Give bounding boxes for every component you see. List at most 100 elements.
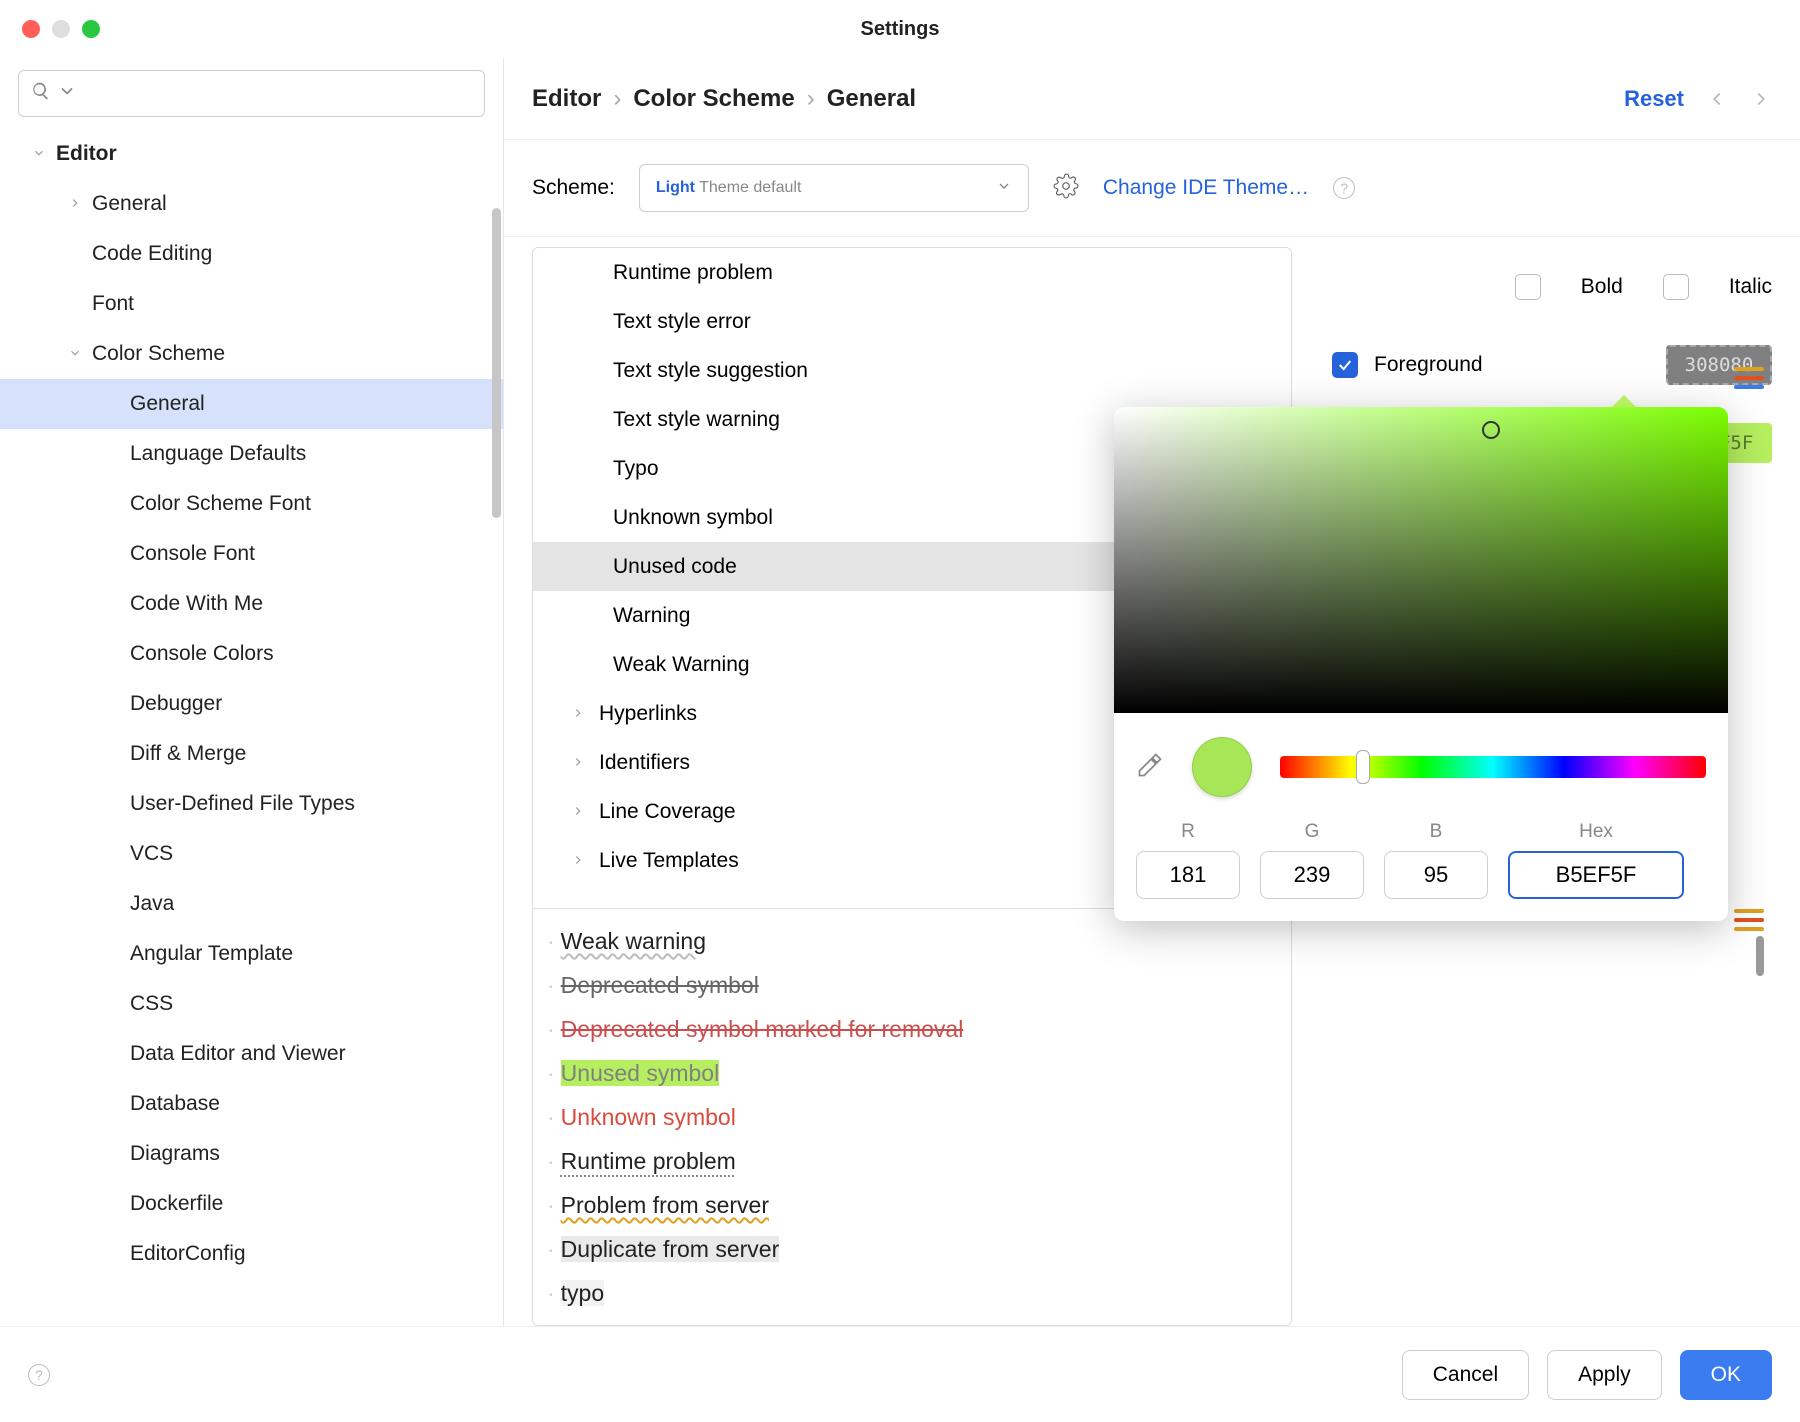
gutter-marks [1734, 367, 1764, 981]
sidebar-item-label: Angular Template [130, 942, 293, 966]
ok-button[interactable]: OK [1680, 1350, 1772, 1400]
eyedropper-icon[interactable] [1136, 751, 1164, 784]
breadcrumb-item: General [827, 85, 916, 113]
sidebar-item-label: Language Defaults [130, 442, 306, 466]
gear-icon[interactable] [1053, 173, 1079, 204]
sidebar-item[interactable]: Data Editor and Viewer [0, 1029, 503, 1079]
sidebar-item[interactable]: VCS [0, 829, 503, 879]
sidebar-item[interactable]: Language Defaults [0, 429, 503, 479]
sidebar-item[interactable]: CSS [0, 979, 503, 1029]
preview-line: ·Deprecated symbol marked for removal [547, 1007, 1277, 1051]
sidebar-item[interactable]: User-Defined File Types [0, 779, 503, 829]
chevron-right-icon [68, 196, 84, 212]
sidebar-item[interactable]: Database [0, 1079, 503, 1129]
sidebar-item[interactable]: Code With Me [0, 579, 503, 629]
apply-button[interactable]: Apply [1547, 1350, 1662, 1400]
minimize-icon[interactable] [52, 20, 70, 38]
sidebar-item[interactable]: Diagrams [0, 1129, 503, 1179]
change-ide-theme-link[interactable]: Change IDE Theme… [1103, 176, 1309, 200]
saturation-cursor[interactable] [1482, 421, 1500, 439]
breadcrumb-item[interactable]: Editor [532, 85, 601, 113]
close-icon[interactable] [22, 20, 40, 38]
scheme-label: Scheme: [532, 176, 615, 200]
scheme-name: Light Theme default [656, 179, 802, 197]
preview-line: ·Problem from server [547, 1183, 1277, 1227]
hue-thumb[interactable] [1356, 750, 1370, 784]
attr-item[interactable]: Text style suggestion [533, 346, 1291, 395]
sidebar-item-label: Code With Me [130, 592, 263, 616]
attr-item[interactable]: Text style error [533, 297, 1291, 346]
sidebar-item[interactable]: Console Colors [0, 629, 503, 679]
sidebar: Editor General Code Editing Font Color Schem… [0, 58, 504, 1326]
sidebar-item-label: Editor [56, 142, 117, 166]
sidebar-item-label: EditorConfig [130, 1242, 246, 1266]
saturation-box[interactable] [1114, 407, 1728, 713]
back-icon[interactable] [1706, 88, 1728, 110]
sidebar-item[interactable]: Diff & Merge [0, 729, 503, 779]
reset-button[interactable]: Reset [1624, 86, 1684, 112]
sidebar-item-label: Console Colors [130, 642, 274, 666]
help-icon[interactable]: ? [28, 1364, 50, 1386]
cancel-button[interactable]: Cancel [1402, 1350, 1529, 1400]
sidebar-item[interactable]: General [0, 179, 503, 229]
sidebar-item-label: General [92, 192, 167, 216]
sidebar-item[interactable]: Color Scheme Font [0, 479, 503, 529]
sidebar-item[interactable]: Console Font [0, 529, 503, 579]
preview-line: ·Unused symbol [547, 1051, 1277, 1095]
preview-line: ·Deprecated symbol [547, 963, 1277, 1007]
body: Editor General Code Editing Font Color Schem… [0, 58, 1800, 1326]
forward-icon[interactable] [1750, 88, 1772, 110]
sidebar-item[interactable]: Code Editing [0, 229, 503, 279]
chevron-right-icon [571, 853, 587, 869]
italic-label: Italic [1729, 275, 1772, 299]
italic-checkbox[interactable] [1663, 274, 1689, 300]
sidebar-item[interactable]: EditorConfig [0, 1229, 503, 1279]
color-picker-popover: R G B Hex [1114, 407, 1728, 921]
scheme-row: Scheme: Light Theme default Change IDE T… [504, 140, 1800, 237]
scrollbar-thumb[interactable] [492, 208, 501, 518]
b-label: B [1430, 821, 1443, 843]
settings-tree[interactable]: Editor General Code Editing Font Color Schem… [0, 129, 503, 1326]
search-input[interactable] [18, 70, 485, 117]
g-label: G [1305, 821, 1320, 843]
sidebar-item-label: User-Defined File Types [130, 792, 355, 816]
r-label: R [1181, 821, 1195, 843]
g-input[interactable] [1260, 851, 1364, 899]
preview-pane: ·Weak warning·Deprecated symbol·Deprecat… [533, 908, 1291, 1325]
maximize-icon[interactable] [82, 20, 100, 38]
sidebar-item[interactable]: Angular Template [0, 929, 503, 979]
preview-line: ·typo [547, 1271, 1277, 1315]
sidebar-item-label: Font [92, 292, 134, 316]
breadcrumb-row: Editor › Color Scheme › General Reset [504, 58, 1800, 140]
help-icon[interactable]: ? [1333, 177, 1355, 199]
foreground-checkbox[interactable] [1332, 352, 1358, 378]
content-row: Runtime problemText style errorText styl… [504, 237, 1800, 1326]
hex-input[interactable] [1508, 851, 1684, 899]
hue-slider[interactable] [1280, 756, 1706, 778]
bold-checkbox[interactable] [1515, 274, 1541, 300]
sidebar-item[interactable]: Color Scheme [0, 329, 503, 379]
sidebar-item[interactable]: Java [0, 879, 503, 929]
properties-panel: Bold Italic Foreground 308080 Background… [1292, 247, 1772, 1326]
sidebar-item[interactable]: Dockerfile [0, 1179, 503, 1229]
main-panel: Editor › Color Scheme › General Reset Sc… [504, 58, 1800, 1326]
titlebar: Settings [0, 0, 1800, 58]
r-input[interactable] [1136, 851, 1240, 899]
sidebar-item-label: Debugger [130, 692, 222, 716]
traffic-lights [22, 20, 100, 38]
scheme-select[interactable]: Light Theme default [639, 164, 1029, 212]
attr-item[interactable]: Runtime problem [533, 248, 1291, 297]
bold-label: Bold [1581, 275, 1623, 299]
sidebar-item-label: Data Editor and Viewer [130, 1042, 346, 1066]
sidebar-item-label: VCS [130, 842, 173, 866]
sidebar-item[interactable]: Debugger [0, 679, 503, 729]
b-input[interactable] [1384, 851, 1488, 899]
sidebar-item[interactable]: General [0, 379, 503, 429]
search-icon [31, 81, 51, 106]
breadcrumb-item[interactable]: Color Scheme [633, 85, 794, 113]
sidebar-item-label: CSS [130, 992, 173, 1016]
breadcrumb: Editor › Color Scheme › General [532, 85, 916, 113]
sidebar-item[interactable]: Editor [0, 129, 503, 179]
current-color-dot [1192, 737, 1252, 797]
sidebar-item[interactable]: Font [0, 279, 503, 329]
